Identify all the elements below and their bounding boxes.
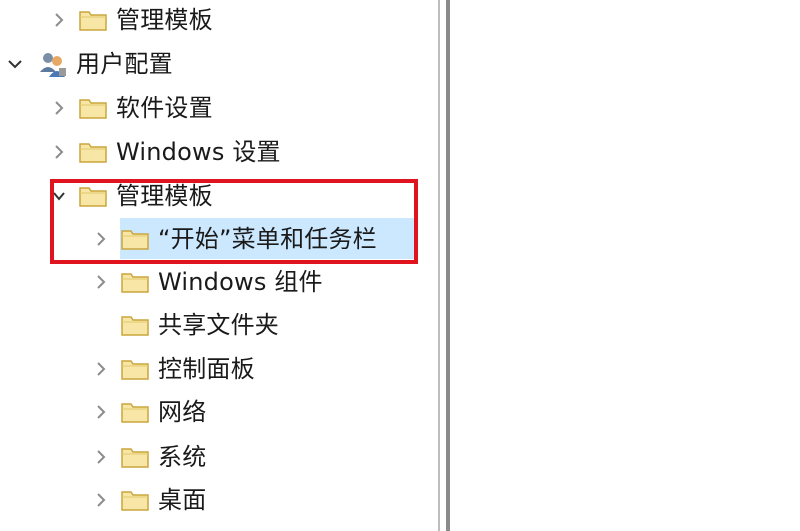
chevron-right-icon[interactable] bbox=[90, 262, 112, 302]
folder-icon bbox=[120, 444, 150, 470]
tree-expander-placeholder bbox=[90, 305, 112, 345]
tree-item-desktop[interactable]: 桌面 bbox=[90, 480, 206, 520]
tree-item-label: 网络 bbox=[158, 398, 207, 426]
folder-icon bbox=[78, 183, 108, 209]
chevron-right-icon[interactable] bbox=[90, 392, 112, 432]
tree-item-label: 桌面 bbox=[158, 486, 207, 514]
folder-icon bbox=[78, 139, 108, 165]
tree-item-shared-folders[interactable]: 共享文件夹 bbox=[90, 305, 279, 345]
tree-item-system[interactable]: 系统 bbox=[90, 437, 206, 477]
tree-item-start-menu-taskbar[interactable]: “开始”菜单和任务栏 bbox=[90, 219, 377, 259]
tree-item-windows-settings[interactable]: Windows 设置 bbox=[48, 132, 281, 172]
folder-icon bbox=[120, 269, 150, 295]
chevron-right-icon[interactable] bbox=[90, 219, 112, 259]
tree-item-label: 控制面板 bbox=[158, 355, 255, 383]
folder-icon bbox=[120, 356, 150, 382]
users-icon bbox=[38, 51, 68, 77]
tree-item-software-settings[interactable]: 软件设置 bbox=[48, 88, 213, 128]
tree-item-windows-components[interactable]: Windows 组件 bbox=[90, 262, 323, 302]
tree-item-label: 管理模板 bbox=[116, 182, 213, 210]
detail-pane bbox=[450, 0, 800, 531]
folder-icon bbox=[120, 487, 150, 513]
tree-item-label: 软件设置 bbox=[116, 94, 213, 122]
chevron-down-icon[interactable] bbox=[4, 44, 26, 84]
folder-icon bbox=[120, 399, 150, 425]
chevron-right-icon[interactable] bbox=[48, 88, 70, 128]
folder-icon bbox=[78, 7, 108, 33]
tree-item-label: “开始”菜单和任务栏 bbox=[158, 225, 377, 253]
chevron-right-icon[interactable] bbox=[48, 0, 70, 40]
chevron-right-icon[interactable] bbox=[90, 349, 112, 389]
tree-item-label: 管理模板 bbox=[116, 6, 213, 34]
chevron-right-icon[interactable] bbox=[90, 437, 112, 477]
tree-item-label: 系统 bbox=[158, 443, 207, 471]
folder-icon bbox=[122, 524, 152, 531]
tree-item-admin-templates-user[interactable]: 管理模板 bbox=[48, 176, 213, 216]
folder-icon bbox=[78, 95, 108, 121]
tree-item-control-panel[interactable]: 控制面板 bbox=[90, 349, 255, 389]
tree-item-label: Windows 设置 bbox=[116, 138, 281, 166]
tree-item-label: 共享文件夹 bbox=[158, 311, 279, 339]
folder-icon bbox=[120, 226, 150, 252]
pane-splitter[interactable] bbox=[438, 0, 450, 531]
tree-item-admin-templates-computer[interactable]: 管理模板 bbox=[48, 0, 213, 40]
chevron-right-icon[interactable] bbox=[48, 132, 70, 172]
tree-item-user-configuration[interactable]: 用户配置 bbox=[4, 44, 173, 84]
tree-item-label: Windows 组件 bbox=[158, 268, 323, 296]
tree-item-network[interactable]: 网络 bbox=[90, 392, 206, 432]
tree-pane: 管理模板 用户配置 软件设置 Windows 设置 管理模板 “开始”菜单和任务… bbox=[0, 0, 438, 531]
folder-icon bbox=[120, 312, 150, 338]
chevron-down-icon[interactable] bbox=[48, 176, 70, 216]
chevron-right-icon[interactable] bbox=[90, 480, 112, 520]
tree-item-label: 用户配置 bbox=[76, 50, 173, 78]
